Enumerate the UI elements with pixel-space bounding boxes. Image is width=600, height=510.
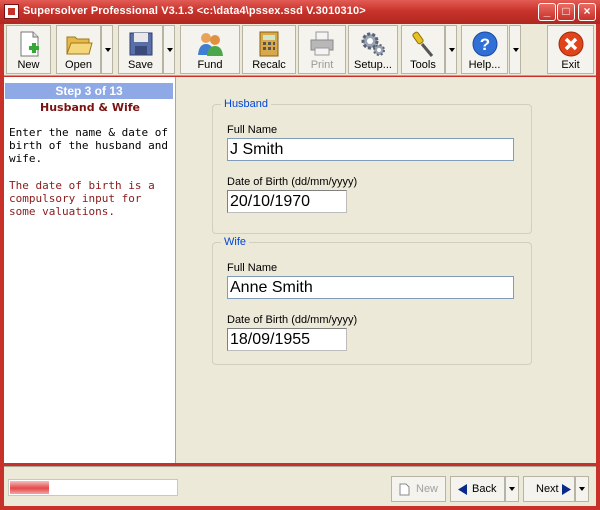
open-label: Open (65, 59, 92, 71)
exit-button[interactable]: Exit (547, 25, 594, 74)
bottom-bar: New Back Next (4, 466, 596, 506)
help-sidebar: Step 3 of 13 Husband & Wife Enter the na… (4, 77, 176, 463)
app-icon (4, 4, 19, 19)
screwdriver-icon (412, 31, 434, 57)
next-arrow-icon (562, 484, 571, 495)
close-button[interactable]: × (578, 3, 596, 21)
help-text: Enter the name & date of birth of the hu… (9, 126, 168, 165)
husband-group: Husband Full Name J Smith Date of Birth … (212, 98, 532, 234)
wife-legend: Wife (221, 236, 249, 248)
people-icon (198, 33, 223, 56)
husband-dob-input[interactable]: 20/10/1970 (227, 190, 347, 213)
wife-name-input[interactable]: Anne Smith (227, 276, 514, 299)
title-bar[interactable]: Supersolver Professional V3.1.3 <c:\data… (0, 0, 600, 24)
recalc-label: Recalc (252, 59, 286, 71)
main-content: Step 3 of 13 Husband & Wife Enter the na… (4, 77, 596, 463)
window-title: Supersolver Professional V3.1.3 <c:\data… (23, 5, 366, 17)
calculator-icon (259, 31, 279, 57)
help-icon: ? (472, 31, 497, 57)
back-arrow-icon (458, 484, 467, 495)
toolbar: New Open Save Fund Recalc Print Setup...… (4, 24, 596, 76)
wife-dob-input[interactable]: 18/09/1955 (227, 328, 347, 351)
fund-button[interactable]: Fund (180, 25, 240, 74)
husband-dob-label: Date of Birth (dd/mm/yyyy) (227, 176, 358, 188)
help-dropdown-button[interactable] (509, 25, 521, 74)
new-record-button[interactable]: New (391, 476, 446, 502)
open-folder-icon (65, 36, 93, 55)
maximize-button[interactable]: □ (557, 3, 575, 21)
save-label: Save (127, 59, 154, 71)
printer-icon (310, 31, 334, 56)
open-dropdown-button[interactable] (101, 25, 113, 74)
progress-fill (10, 481, 49, 494)
help-button[interactable]: ? Help... (461, 25, 508, 74)
new-record-label: New (416, 483, 439, 495)
setup-button[interactable]: Setup... (348, 25, 398, 74)
next-dropdown-button[interactable] (575, 476, 589, 502)
save-dropdown-button[interactable] (163, 25, 175, 74)
open-button[interactable]: Open (56, 25, 101, 74)
step-title: Step 3 of 13 (5, 83, 173, 99)
fund-label: Fund (197, 59, 223, 71)
back-button[interactable]: Back (450, 476, 505, 502)
save-button[interactable]: Save (118, 25, 163, 74)
app-window: Supersolver Professional V3.1.3 <c:\data… (0, 0, 600, 510)
next-button[interactable]: Next (523, 476, 575, 502)
page-icon (399, 483, 410, 496)
new-document-icon (20, 31, 39, 57)
wife-group: Wife Full Name Anne Smith Date of Birth … (212, 236, 532, 365)
svg-text:?: ? (479, 35, 489, 54)
progress-bar (8, 479, 178, 496)
print-label: Print (310, 59, 334, 71)
new-label: New (17, 59, 40, 71)
husband-name-label: Full Name (227, 124, 278, 136)
tools-button[interactable]: Tools (401, 25, 445, 74)
wife-name-label: Full Name (227, 262, 278, 274)
back-label: Back (472, 483, 497, 495)
tools-dropdown-button[interactable] (445, 25, 457, 74)
setup-label: Setup... (354, 59, 392, 71)
step-subtitle: Husband & Wife (40, 101, 140, 114)
next-label: Next (536, 483, 559, 495)
help-label: Help... (468, 59, 501, 71)
wife-dob-label: Date of Birth (dd/mm/yyyy) (227, 314, 358, 326)
minimize-button[interactable]: _ (538, 3, 556, 21)
note-text: The date of birth is a compulsory input … (9, 179, 155, 218)
floppy-disk-icon (129, 32, 152, 56)
recalc-button[interactable]: Recalc (242, 25, 296, 74)
exit-icon (558, 31, 583, 57)
gear-icon (361, 32, 385, 56)
new-button[interactable]: New (6, 25, 51, 74)
husband-legend: Husband (221, 98, 272, 110)
husband-name-input[interactable]: J Smith (227, 138, 514, 161)
tools-label: Tools (410, 59, 436, 71)
back-dropdown-button[interactable] (505, 476, 519, 502)
print-button[interactable]: Print (298, 25, 346, 74)
exit-label: Exit (561, 59, 580, 71)
